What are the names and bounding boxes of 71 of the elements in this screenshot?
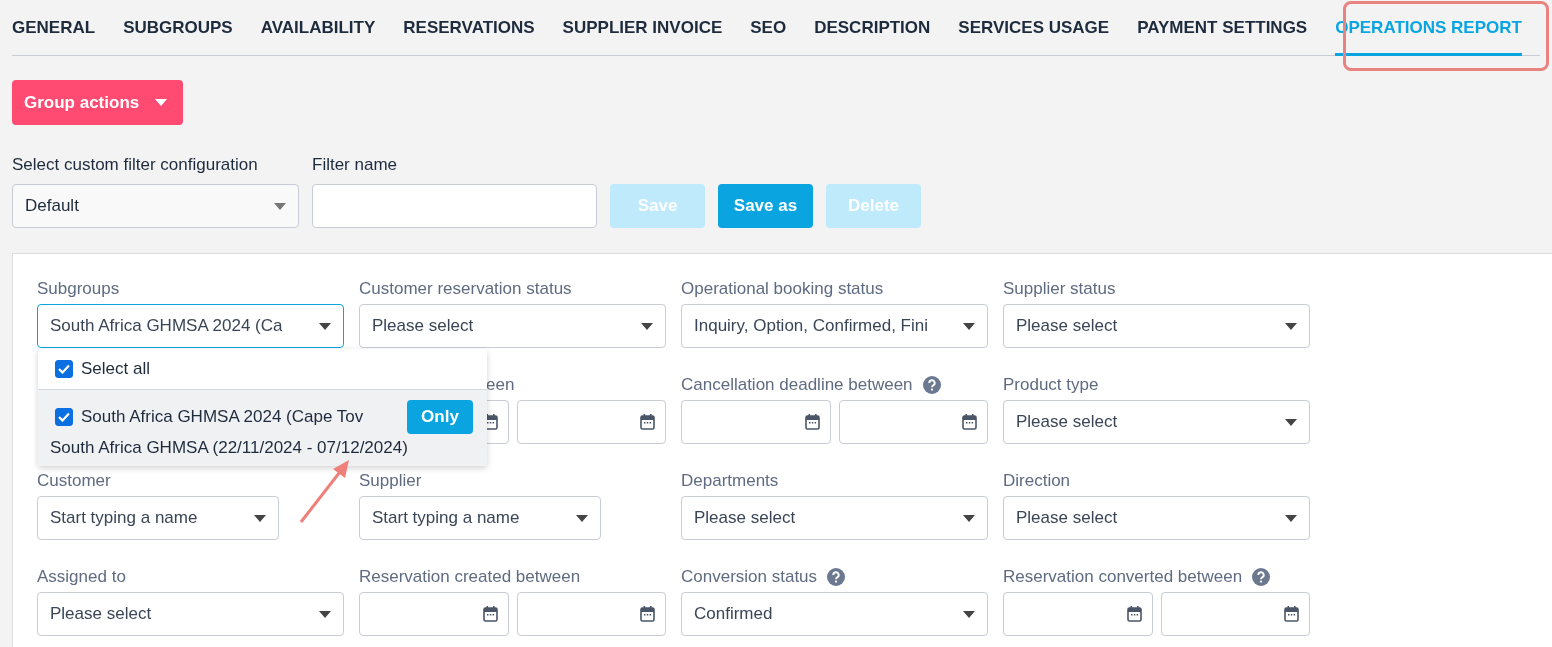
tab[interactable]: AVAILABILITY bbox=[260, 0, 376, 56]
field-label: Customer bbox=[37, 471, 111, 491]
field-label: Departments bbox=[681, 471, 779, 491]
checkbox[interactable] bbox=[55, 408, 73, 426]
caret-icon bbox=[274, 202, 286, 210]
caret-icon bbox=[963, 610, 975, 618]
field-label: Supplier status bbox=[1003, 279, 1116, 299]
date-field[interactable] bbox=[359, 592, 509, 636]
list-item[interactable]: South Africa GHMSA 2024 (Cape Tov Only South Africa GHMSA (22/11/2024 - 07/12/2024) bbox=[38, 390, 487, 466]
select-field[interactable]: Default bbox=[12, 184, 299, 228]
caret-icon bbox=[319, 322, 331, 330]
caret-icon bbox=[254, 514, 266, 522]
field-label: Conversion status bbox=[681, 567, 818, 587]
caret-icon bbox=[1285, 514, 1297, 522]
field-label: Reservation created between bbox=[359, 567, 581, 587]
tab[interactable]: PAYMENT SETTINGS bbox=[1137, 0, 1308, 56]
tab[interactable]: GENERAL bbox=[12, 0, 96, 56]
tab[interactable]: DESCRIPTION bbox=[814, 0, 931, 56]
calendar-icon bbox=[804, 414, 820, 430]
tab[interactable]: SUPPLIER INVOICE bbox=[562, 0, 723, 56]
caret-icon bbox=[963, 322, 975, 330]
field-label: Customer reservation status bbox=[359, 279, 572, 299]
checkbox[interactable] bbox=[55, 360, 73, 378]
caret-icon bbox=[155, 99, 168, 106]
item-detail: South Africa GHMSA (22/11/2024 - 07/12/2024) bbox=[50, 438, 409, 458]
field-label: Cancellation deadline between bbox=[681, 375, 913, 395]
tab[interactable]: SERVICES USAGE bbox=[958, 0, 1110, 56]
field-label: Filter name bbox=[312, 155, 399, 175]
date-field[interactable] bbox=[1160, 592, 1310, 636]
field-label: Assigned to bbox=[37, 567, 126, 587]
date-field[interactable] bbox=[681, 400, 831, 444]
select-field[interactable]: Confirmed bbox=[681, 592, 988, 636]
select-field[interactable]: Please select bbox=[1003, 496, 1310, 540]
select-field[interactable]: Please select bbox=[681, 496, 988, 540]
select-field[interactable]: South Africa GHMSA 2024 (Ca bbox=[37, 304, 344, 348]
input-field[interactable] bbox=[312, 184, 597, 228]
select-field[interactable]: Please select bbox=[37, 592, 344, 636]
date-field[interactable] bbox=[516, 400, 666, 444]
tab[interactable]: RESERVATIONS bbox=[403, 0, 535, 56]
item-label: South Africa GHMSA 2024 (Cape Tov bbox=[81, 407, 365, 427]
caret-icon bbox=[963, 514, 975, 522]
calendar-icon bbox=[640, 414, 655, 430]
caret-icon bbox=[1285, 418, 1297, 426]
field-label: Reservation converted between bbox=[1003, 567, 1243, 587]
date-field[interactable] bbox=[838, 400, 988, 444]
field-label: Subgroups bbox=[37, 279, 120, 299]
date-field[interactable] bbox=[1003, 592, 1153, 636]
select-field[interactable]: Please select bbox=[359, 304, 666, 348]
calendar-icon bbox=[1126, 606, 1142, 622]
caret-icon bbox=[576, 514, 588, 522]
caret-icon bbox=[1285, 322, 1297, 330]
field-label: Direction bbox=[1003, 471, 1071, 491]
select-field[interactable]: Start typing a name bbox=[359, 496, 601, 540]
calendar-icon bbox=[482, 606, 498, 622]
tab[interactable]: SEO bbox=[750, 0, 787, 56]
select-field[interactable]: Start typing a name bbox=[37, 496, 279, 540]
caret-icon bbox=[641, 322, 653, 330]
calendar-icon bbox=[962, 414, 977, 430]
calendar-icon bbox=[1284, 606, 1299, 622]
field-label: Supplier bbox=[359, 471, 422, 491]
caret-icon bbox=[319, 610, 331, 618]
select-field[interactable]: Please select bbox=[1003, 304, 1310, 348]
calendar-icon bbox=[640, 606, 655, 622]
tab[interactable]: SUBGROUPS bbox=[123, 0, 233, 56]
select-field[interactable]: Please select bbox=[1003, 400, 1310, 444]
date-field[interactable] bbox=[516, 592, 666, 636]
select-field[interactable]: Inquiry, Option, Confirmed, Fini bbox=[681, 304, 988, 348]
field-label: een bbox=[486, 375, 515, 395]
field-label: Product type bbox=[1003, 375, 1099, 395]
field-label: Operational booking status bbox=[681, 279, 884, 299]
field-label: Select custom filter configuration bbox=[12, 155, 259, 175]
